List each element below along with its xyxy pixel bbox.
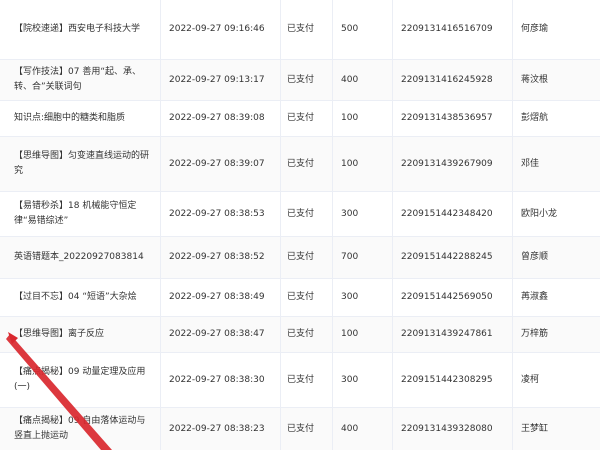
order-number-cell: 2209131439328080 — [392, 408, 512, 450]
order-title: 知识点:细胞中的糖类和脂质 — [14, 113, 126, 123]
user-cell: 何彦瑜 — [512, 0, 600, 59]
title-cell: 【过目不忘】04 “短语”大杂烩 — [0, 279, 160, 316]
table-row[interactable]: 【易错秒杀】18 机械能守恒定律“易错综述” 2022-09-27 08:38:… — [0, 192, 600, 237]
table-row[interactable]: 【痛点揭秘】09 自由落体运动与竖直上抛运动 2022-09-27 08:38:… — [0, 408, 600, 450]
status-cell: 已支付 — [280, 192, 332, 236]
amount-cell: 500 — [332, 0, 392, 59]
time-cell: 2022-09-27 08:38:53 — [160, 192, 280, 236]
status-cell: 已支付 — [280, 101, 332, 136]
title-cell: 【思维导图】匀变速直线运动的研究 — [0, 137, 160, 191]
amount-cell: 100 — [332, 137, 392, 191]
table-row[interactable]: 【过目不忘】04 “短语”大杂烩 2022-09-27 08:38:49 已支付… — [0, 279, 600, 317]
time-cell: 2022-09-27 08:38:23 — [160, 408, 280, 450]
table-row[interactable]: 【写作技法】07 善用“起、承、转、合”关联词句 2022-09-27 09:1… — [0, 60, 600, 101]
user-cell: 万梓筋 — [512, 317, 600, 352]
order-number-cell: 2209151442308295 — [392, 353, 512, 407]
table-row[interactable]: 【院校速递】西安电子科技大学 2022-09-27 09:16:46 已支付 5… — [0, 0, 600, 60]
title-cell: 【院校速递】西安电子科技大学 — [0, 0, 160, 59]
user-cell: 苒淑鑫 — [512, 279, 600, 316]
amount-cell: 400 — [332, 408, 392, 450]
user-cell: 欧阳小龙 — [512, 192, 600, 236]
order-number-cell: 2209131439267909 — [392, 137, 512, 191]
order-title: 英语错题本_20220927083814 — [14, 252, 144, 262]
title-cell: 【易错秒杀】18 机械能守恒定律“易错综述” — [0, 192, 160, 236]
order-title: 【痛点揭秘】09 动量定理及应用(一) — [14, 367, 146, 392]
time-cell: 2022-09-27 08:38:49 — [160, 279, 280, 316]
time-cell: 2022-09-27 08:38:30 — [160, 353, 280, 407]
title-cell: 知识点:细胞中的糖类和脂质 — [0, 101, 160, 136]
amount-cell: 300 — [332, 353, 392, 407]
user-cell: 王梦缸 — [512, 408, 600, 450]
order-title: 【思维导图】离子反应 — [14, 329, 105, 339]
order-title: 【痛点揭秘】09 自由落体运动与竖直上抛运动 — [14, 416, 146, 441]
time-cell: 2022-09-27 08:38:47 — [160, 317, 280, 352]
time-cell: 2022-09-27 09:13:17 — [160, 60, 280, 100]
time-cell: 2022-09-27 08:39:08 — [160, 101, 280, 136]
user-cell: 邓佳 — [512, 137, 600, 191]
title-cell: 【思维导图】离子反应 — [0, 317, 160, 352]
order-title: 【过目不忘】04 “短语”大杂烩 — [14, 292, 137, 302]
title-cell: 【痛点揭秘】09 动量定理及应用(一) — [0, 353, 160, 407]
order-title: 【写作技法】07 善用“起、承、转、合”关联词句 — [14, 67, 141, 92]
status-cell: 已支付 — [280, 237, 332, 278]
status-cell: 已支付 — [280, 353, 332, 407]
order-number-cell: 2209131439247861 — [392, 317, 512, 352]
amount-cell: 700 — [332, 237, 392, 278]
amount-cell: 300 — [332, 192, 392, 236]
title-cell: 英语错题本_20220927083814 — [0, 237, 160, 278]
amount-cell: 100 — [332, 317, 392, 352]
title-cell: 【写作技法】07 善用“起、承、转、合”关联词句 — [0, 60, 160, 100]
time-cell: 2022-09-27 08:38:52 — [160, 237, 280, 278]
order-number-cell: 2209151442569050 — [392, 279, 512, 316]
table-row[interactable]: 【思维导图】离子反应 2022-09-27 08:38:47 已支付 100 2… — [0, 317, 600, 353]
status-cell: 已支付 — [280, 408, 332, 450]
title-cell: 【痛点揭秘】09 自由落体运动与竖直上抛运动 — [0, 408, 160, 450]
amount-cell: 300 — [332, 279, 392, 316]
order-number-cell: 2209131416516709 — [392, 0, 512, 59]
status-cell: 已支付 — [280, 279, 332, 316]
order-number-cell: 2209131416245928 — [392, 60, 512, 100]
status-cell: 已支付 — [280, 0, 332, 59]
order-title: 【思维导图】匀变速直线运动的研究 — [14, 151, 150, 176]
time-cell: 2022-09-27 09:16:46 — [160, 0, 280, 59]
time-cell: 2022-09-27 08:39:07 — [160, 137, 280, 191]
user-cell: 曾彦顺 — [512, 237, 600, 278]
order-number-cell: 2209151442348420 — [392, 192, 512, 236]
orders-table: 【院校速递】西安电子科技大学 2022-09-27 09:16:46 已支付 5… — [0, 0, 600, 450]
order-title: 【院校速递】西安电子科技大学 — [14, 24, 141, 34]
user-cell: 彭熠航 — [512, 101, 600, 136]
user-cell: 凌柯 — [512, 353, 600, 407]
order-title: 【易错秒杀】18 机械能守恒定律“易错综述” — [14, 201, 137, 226]
amount-cell: 400 — [332, 60, 392, 100]
order-number-cell: 2209131438536957 — [392, 101, 512, 136]
amount-cell: 100 — [332, 101, 392, 136]
table-row[interactable]: 【痛点揭秘】09 动量定理及应用(一) 2022-09-27 08:38:30 … — [0, 353, 600, 408]
status-cell: 已支付 — [280, 137, 332, 191]
table-row[interactable]: 【思维导图】匀变速直线运动的研究 2022-09-27 08:39:07 已支付… — [0, 137, 600, 192]
user-cell: 蒋汶根 — [512, 60, 600, 100]
table-row[interactable]: 知识点:细胞中的糖类和脂质 2022-09-27 08:39:08 已支付 10… — [0, 101, 600, 137]
order-number-cell: 2209151442288245 — [392, 237, 512, 278]
table-row[interactable]: 英语错题本_20220927083814 2022-09-27 08:38:52… — [0, 237, 600, 279]
status-cell: 已支付 — [280, 60, 332, 100]
status-cell: 已支付 — [280, 317, 332, 352]
